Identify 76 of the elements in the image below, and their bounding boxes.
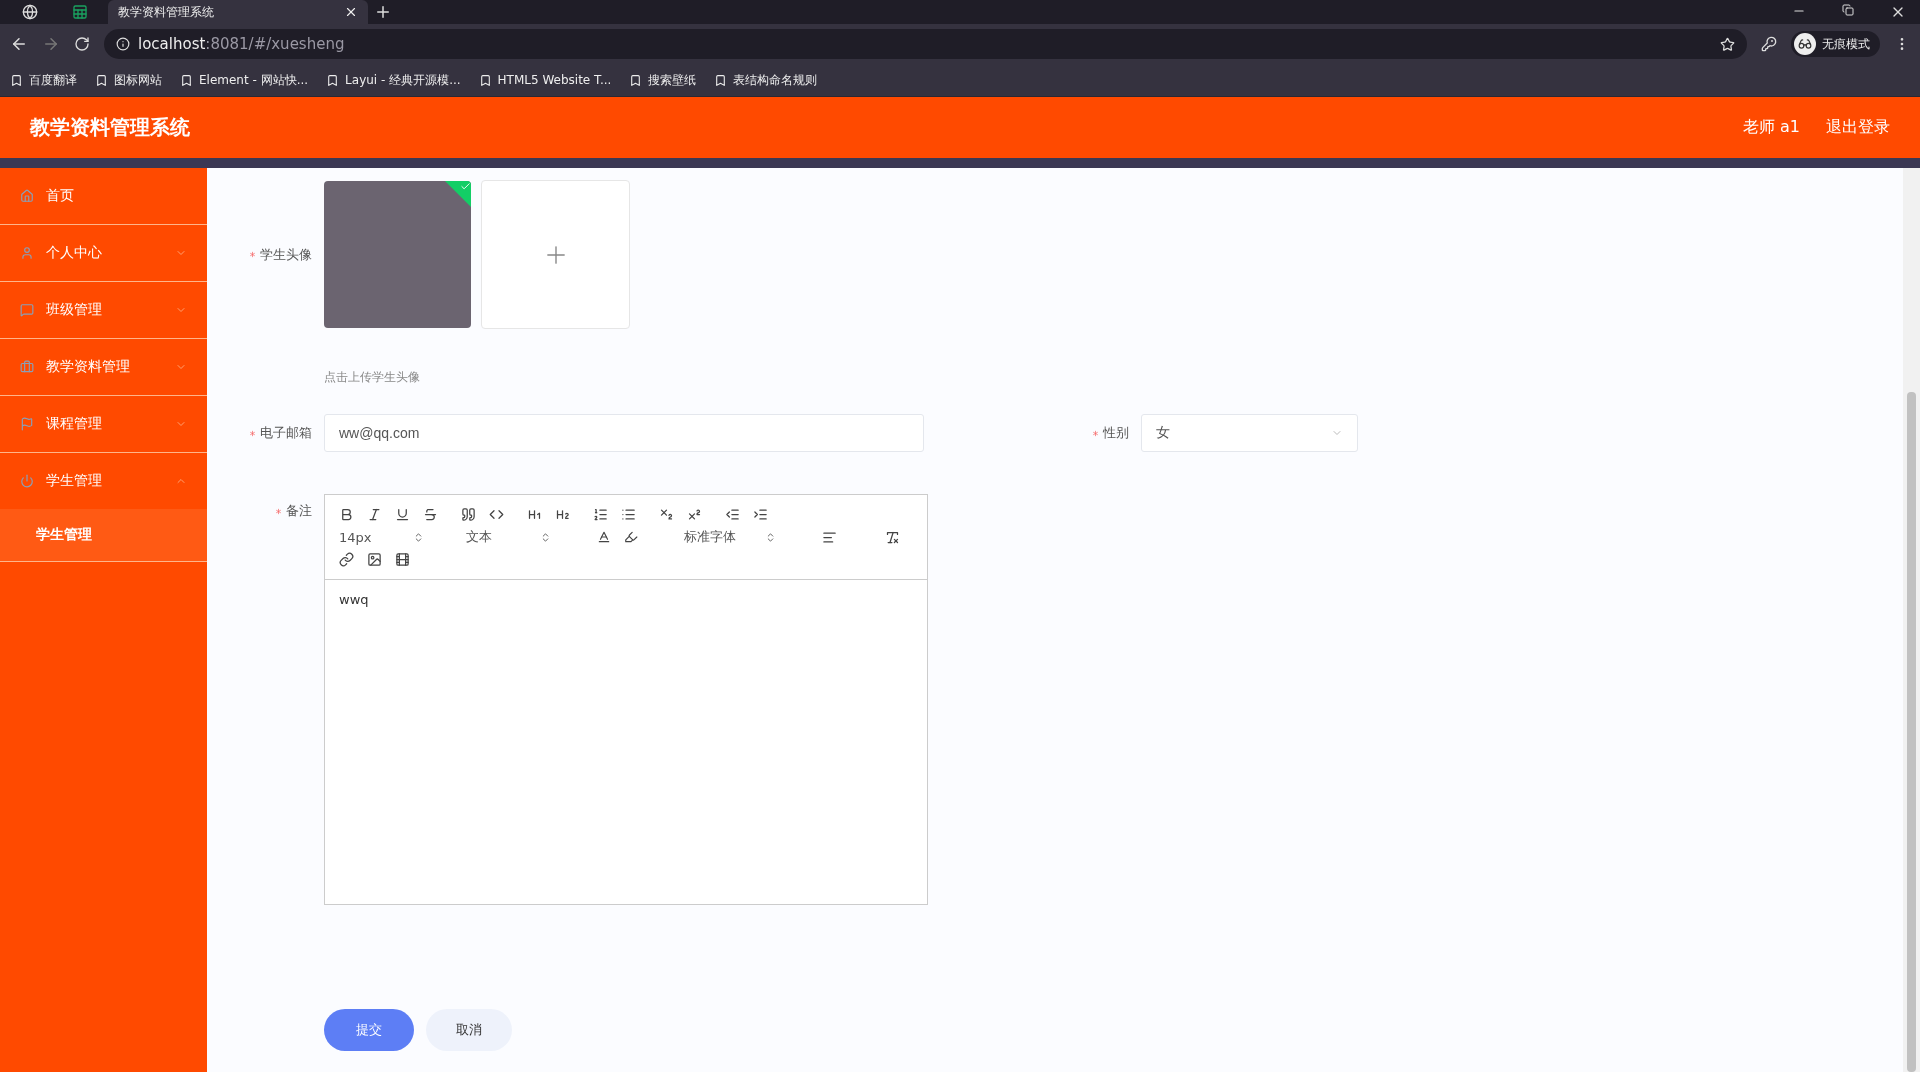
superscript-icon[interactable]	[687, 507, 702, 522]
indent-icon[interactable]	[753, 507, 768, 522]
info-icon[interactable]	[116, 37, 130, 51]
address-bar[interactable]: localhost:8081/#/xuesheng	[104, 29, 1747, 59]
bookmark-link[interactable]: 百度翻译	[10, 71, 77, 89]
submit-button[interactable]: 提交	[324, 1009, 414, 1051]
italic-icon[interactable]	[367, 507, 382, 522]
font-picker[interactable]: 标准字体	[684, 528, 776, 546]
text-color-icon[interactable]	[597, 530, 611, 544]
field-label: 性别	[1103, 424, 1129, 442]
code-icon[interactable]	[489, 507, 504, 522]
app-title: 教学资料管理系统	[30, 114, 190, 141]
upload-hint: 点击上传学生头像	[324, 369, 421, 386]
field-label: 电子邮箱	[260, 424, 312, 442]
incognito-icon	[1798, 37, 1812, 51]
bookmark-link[interactable]: Element - 网站快...	[180, 71, 309, 89]
user-name: 老师 a1	[1742, 117, 1800, 138]
bookmark-link[interactable]: Layui - 经典开源模...	[326, 71, 461, 89]
back-icon[interactable]	[10, 35, 28, 53]
reload-icon[interactable]	[74, 36, 90, 52]
updown-icon	[540, 531, 551, 543]
field-label: 备注	[286, 502, 312, 520]
bookmark-link[interactable]: HTML5 Website T...	[478, 73, 612, 87]
editor-content: wwq	[338, 591, 370, 609]
scrollbar-thumb[interactable]	[1907, 392, 1916, 1072]
new-tab-icon[interactable]	[374, 3, 392, 21]
restore-icon[interactable]	[1842, 4, 1854, 16]
bookmark-icon	[326, 73, 340, 87]
menu-item-icon	[20, 246, 34, 260]
star-icon[interactable]	[1720, 36, 1735, 52]
bookmark-link[interactable]: 表结构命名规则	[714, 71, 818, 89]
align-icon[interactable]	[822, 529, 837, 545]
menu-item-icon	[20, 189, 34, 203]
browser-tab[interactable]: 教学资料管理系统	[108, 0, 368, 24]
underline-icon[interactable]	[395, 507, 410, 522]
strikethrough-icon[interactable]	[423, 507, 438, 522]
outdent-icon[interactable]	[725, 507, 740, 522]
menu-item-icon	[20, 474, 34, 488]
link-icon[interactable]	[339, 552, 354, 567]
forward-icon[interactable]	[42, 35, 60, 53]
size-picker[interactable]: 14px	[339, 529, 424, 545]
heading-two-icon[interactable]	[555, 507, 570, 522]
rich-text-editor[interactable]: 14px 文本 标准字体 wwq	[324, 494, 928, 905]
bookmark-link[interactable]: 图标网站	[95, 71, 162, 89]
highlight-icon[interactable]	[624, 530, 638, 544]
menu-item-icon	[20, 417, 34, 431]
updown-icon	[765, 531, 776, 543]
film-icon[interactable]	[395, 552, 410, 567]
image-icon[interactable]	[367, 552, 382, 567]
bookmark-icon	[95, 73, 108, 87]
globe-icon[interactable]	[22, 4, 38, 20]
menu-item-icon	[20, 360, 34, 374]
bookmark-link[interactable]: 搜索壁纸	[629, 71, 697, 89]
sheet-icon[interactable]	[72, 4, 88, 20]
close-icon[interactable]	[344, 5, 358, 19]
profile-chip[interactable]: 无痕模式	[1791, 31, 1880, 57]
clear-format-icon[interactable]	[885, 529, 900, 545]
quote-icon[interactable]	[461, 507, 476, 522]
bookmark-icon	[629, 73, 643, 87]
key-icon[interactable]	[1761, 36, 1777, 52]
menu-item-icon	[20, 303, 34, 317]
bullet-list-icon[interactable]	[621, 507, 636, 522]
gender-select[interactable]: 女	[1141, 414, 1358, 452]
cancel-button[interactable]: 取消	[426, 1009, 512, 1051]
subscript-icon[interactable]	[659, 507, 674, 522]
email-field[interactable]: ww@qq.com	[324, 414, 924, 452]
field-label: 学生头像	[260, 245, 312, 264]
bookmark-icon	[478, 73, 492, 87]
bold-icon[interactable]	[339, 507, 354, 522]
heading-one-icon[interactable]	[527, 507, 542, 522]
bookmark-icon	[10, 73, 23, 87]
header-picker[interactable]: 文本	[466, 528, 551, 546]
bookmark-icon	[714, 73, 728, 87]
ordered-list-icon[interactable]	[593, 507, 608, 522]
bookmark-icon	[180, 73, 193, 87]
updown-icon	[413, 531, 424, 543]
